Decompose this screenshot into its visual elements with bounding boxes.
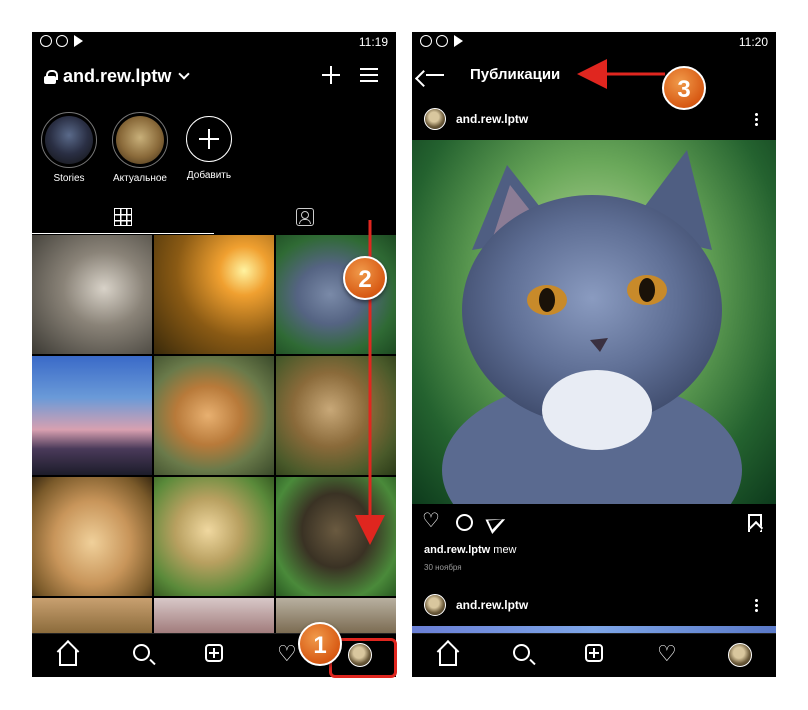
status-bar: 11:19 bbox=[32, 32, 396, 52]
home-icon[interactable] bbox=[59, 650, 77, 666]
heart-icon[interactable]: ♡ bbox=[657, 641, 679, 666]
page-title: Публикации bbox=[470, 66, 561, 83]
grid-post-owl[interactable] bbox=[276, 356, 396, 475]
home-icon[interactable] bbox=[439, 650, 457, 666]
tagged-icon bbox=[296, 208, 314, 226]
bottom-navigation: ♡ bbox=[412, 633, 776, 677]
highlight-label: Stories bbox=[53, 173, 85, 184]
status-bar: 11:20 bbox=[412, 32, 776, 52]
grid-post-tiger[interactable] bbox=[32, 598, 152, 634]
post-actions: ♡ bbox=[412, 511, 776, 538]
search-icon[interactable] bbox=[133, 644, 150, 661]
lock-icon bbox=[44, 70, 58, 84]
chevron-down-icon[interactable] bbox=[178, 68, 190, 80]
grey-kitten-photo bbox=[442, 150, 742, 504]
post-header: and.rew.lptw bbox=[412, 102, 776, 138]
create-plus-button[interactable] bbox=[322, 66, 340, 84]
status-icons bbox=[420, 35, 463, 47]
new-post-icon[interactable] bbox=[205, 644, 223, 662]
grid-post-monkeys[interactable] bbox=[154, 477, 274, 596]
menu-icon[interactable] bbox=[360, 68, 378, 82]
back-arrow-icon[interactable] bbox=[426, 74, 444, 76]
tab-tagged[interactable] bbox=[214, 202, 396, 234]
highlight-actual-cover bbox=[112, 112, 168, 168]
highlight-actual[interactable]: Актуальное bbox=[110, 112, 170, 184]
grid-post-sunset-field[interactable] bbox=[154, 235, 274, 354]
grid-post-butterfly[interactable] bbox=[154, 598, 274, 634]
comment-icon[interactable] bbox=[456, 514, 473, 531]
grid-post-wild-dog[interactable] bbox=[276, 477, 396, 596]
caption-username[interactable]: and.rew.lptw bbox=[424, 544, 490, 556]
heart-icon[interactable]: ♡ bbox=[277, 641, 299, 666]
more-options-icon[interactable] bbox=[755, 598, 758, 612]
highlight-stories-cover bbox=[41, 112, 97, 168]
account-switcher-username[interactable]: and.rew.lptw bbox=[63, 66, 171, 87]
profile-avatar-tab[interactable] bbox=[728, 643, 752, 667]
profile-header: and.rew.lptw bbox=[32, 62, 396, 92]
profile-screen: 11:19 and.rew.lptw Stories Актуальное До… bbox=[32, 32, 396, 677]
status-time: 11:20 bbox=[738, 35, 768, 49]
status-icons bbox=[40, 35, 83, 47]
status-time: 11:19 bbox=[358, 35, 388, 49]
viber-icon bbox=[436, 35, 448, 47]
step-badge-1: 1 bbox=[298, 622, 342, 666]
play-store-icon bbox=[454, 35, 463, 47]
step-badge-2: 2 bbox=[343, 256, 387, 300]
author-username[interactable]: and.rew.lptw bbox=[456, 112, 528, 126]
grid-post-mountain-sky[interactable] bbox=[32, 356, 152, 475]
highlight-stories[interactable]: Stories bbox=[39, 112, 99, 184]
story-highlights: Stories Актуальное Добавить bbox=[32, 112, 396, 192]
publications-screen: 11:20 Публикации and.rew.lptw ♡ and.rew.… bbox=[412, 32, 776, 677]
step-badge-3: 3 bbox=[662, 66, 706, 110]
grid-post-kitten-yawn[interactable] bbox=[32, 235, 152, 354]
next-post-header: and.rew.lptw bbox=[412, 588, 776, 624]
grid-icon bbox=[114, 208, 132, 226]
whatsapp-icon bbox=[40, 35, 52, 47]
author-avatar[interactable] bbox=[424, 594, 446, 616]
profile-tabs bbox=[32, 202, 396, 234]
share-icon[interactable] bbox=[485, 511, 509, 535]
post-image[interactable] bbox=[412, 140, 776, 504]
author-username[interactable]: and.rew.lptw bbox=[456, 598, 528, 612]
publications-header: Публикации bbox=[412, 62, 776, 92]
new-post-icon[interactable] bbox=[585, 644, 603, 662]
grid-post-bunnies[interactable] bbox=[32, 477, 152, 596]
add-highlight-icon bbox=[186, 116, 232, 162]
posts-grid bbox=[32, 235, 396, 634]
viber-icon bbox=[56, 35, 68, 47]
bookmark-icon[interactable] bbox=[748, 514, 762, 532]
highlight-label: Добавить bbox=[186, 170, 232, 181]
author-avatar[interactable] bbox=[424, 108, 446, 130]
highlight-label: Актуальное bbox=[113, 173, 167, 184]
more-options-icon[interactable] bbox=[755, 112, 758, 126]
like-heart-icon[interactable]: ♡ bbox=[422, 511, 440, 531]
caption-text: mew bbox=[493, 544, 517, 556]
post-date: 30 ноября bbox=[424, 563, 462, 572]
play-store-icon bbox=[74, 35, 83, 47]
whatsapp-icon bbox=[420, 35, 432, 47]
grid-post-fox[interactable] bbox=[154, 356, 274, 475]
search-icon[interactable] bbox=[513, 644, 530, 661]
post-caption: and.rew.lptw mew bbox=[424, 544, 517, 556]
tab-posts-grid[interactable] bbox=[32, 202, 214, 234]
highlight-add[interactable]: Добавить bbox=[179, 112, 239, 181]
